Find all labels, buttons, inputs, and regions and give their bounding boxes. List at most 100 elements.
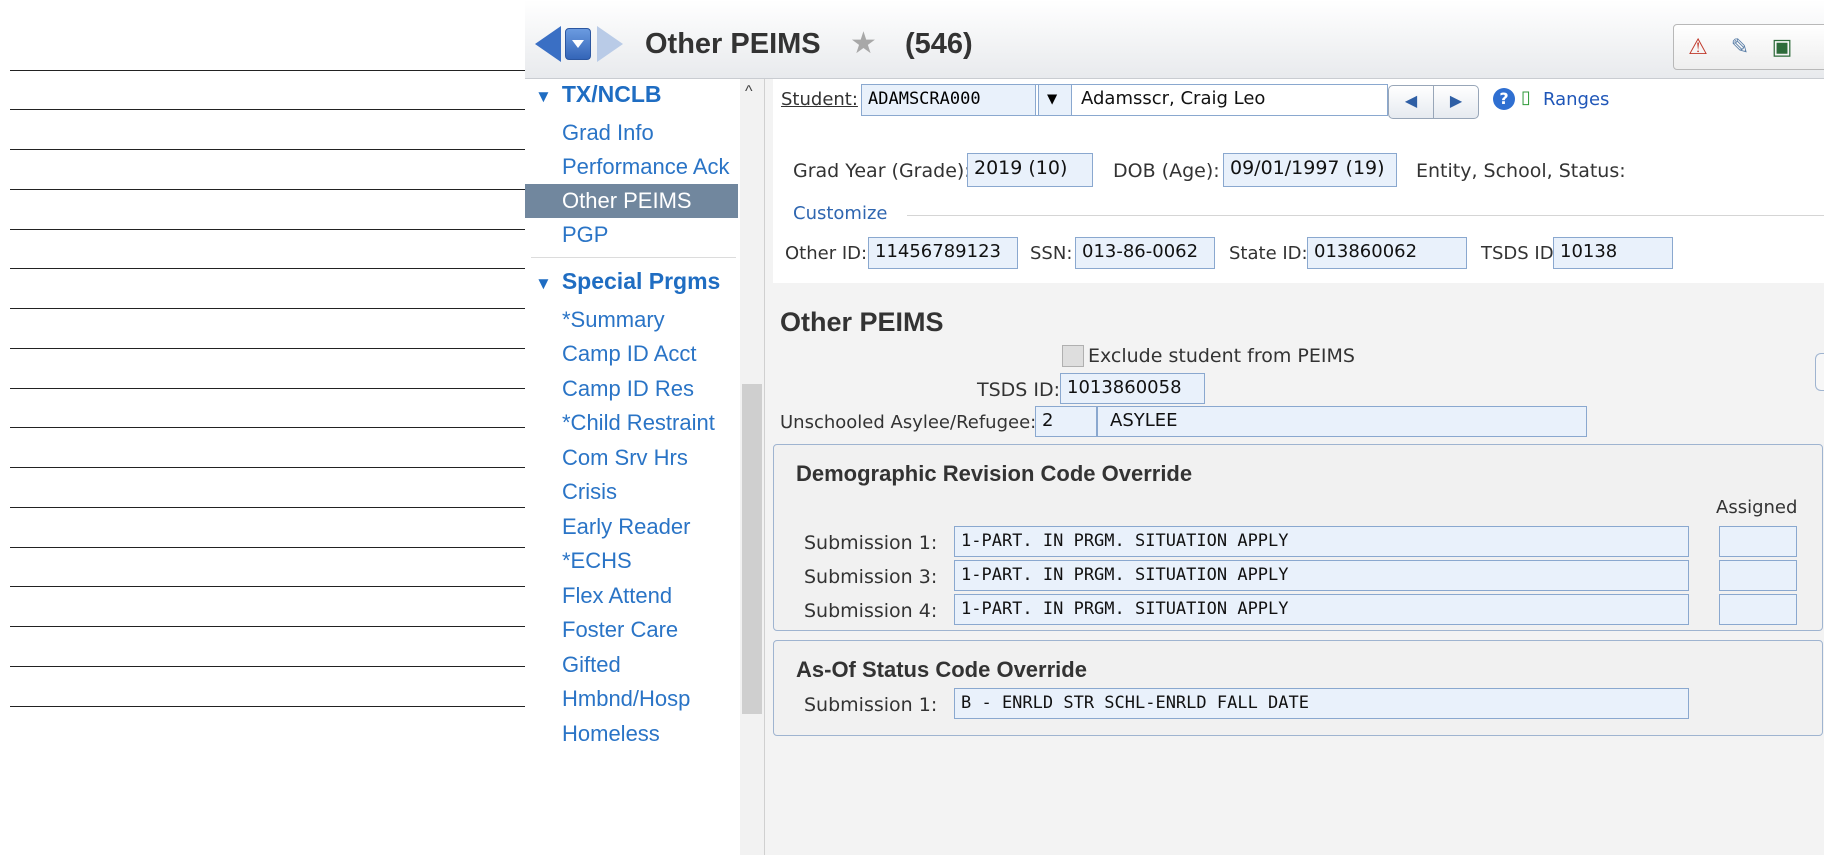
submission-4-input[interactable]: 1-PART. IN PRGM. SITUATION APPLY bbox=[954, 594, 1689, 625]
favorite-star-icon[interactable]: ★ bbox=[850, 26, 877, 61]
student-info-panel: Grad Year (Grade): 2019 (10) DOB (Age): … bbox=[773, 123, 1824, 283]
other-id-label: Other ID: bbox=[785, 243, 868, 264]
submission-1-assigned bbox=[1719, 526, 1797, 557]
help-icon[interactable]: ? bbox=[1493, 88, 1515, 110]
rule-line bbox=[10, 308, 525, 309]
rule-line bbox=[10, 507, 525, 508]
sidebar-item-gifted[interactable]: Gifted bbox=[525, 648, 738, 682]
student-bar: Student: ADAMSCRA000 ▼ Adamsscr, Craig L… bbox=[773, 79, 1824, 124]
tsds-id-value: 10138 bbox=[1553, 237, 1673, 269]
rule-line bbox=[10, 229, 525, 230]
sidebar-item-camp-id-acct[interactable]: Camp ID Acct bbox=[525, 337, 738, 371]
sidebar-item-performance-ack[interactable]: Performance Ack bbox=[525, 150, 738, 184]
sidebar-item-early-reader[interactable]: Early Reader bbox=[525, 510, 738, 544]
prev-student-button[interactable]: ◀ bbox=[1388, 85, 1434, 119]
sidebar-item-pgp[interactable]: PGP bbox=[525, 218, 738, 252]
group-label: Special Prgms bbox=[561, 268, 721, 294]
submission-3-label: Submission 3: bbox=[804, 566, 938, 588]
rule-line bbox=[10, 149, 525, 150]
tsds-input[interactable]: 1013860058 bbox=[1060, 373, 1205, 404]
ranges-icon: ▯ bbox=[1521, 87, 1531, 108]
scroll-up-icon[interactable]: ^ bbox=[745, 83, 753, 101]
rule-line bbox=[10, 586, 525, 587]
student-name-field[interactable]: Adamsscr, Craig Leo bbox=[1048, 84, 1388, 116]
demographic-panel-title: Demographic Revision Code Override bbox=[796, 461, 1193, 486]
sidebar-scrollbar[interactable]: ^ bbox=[740, 79, 764, 855]
asof-override-panel: As-Of Status Code Override Submission 1:… bbox=[773, 640, 1823, 736]
asof-submission-1-input[interactable]: B - ENRLD STR SCHL-ENRLD FALL DATE bbox=[954, 688, 1689, 719]
main-content: Student: ADAMSCRA000 ▼ Adamsscr, Craig L… bbox=[765, 79, 1824, 855]
rule-line bbox=[10, 427, 525, 428]
exclude-peims-checkbox[interactable] bbox=[1062, 345, 1084, 367]
sidebar-item-crisis[interactable]: Crisis bbox=[525, 475, 738, 509]
back-arrow-icon[interactable] bbox=[535, 26, 561, 62]
sidebar-group-tx-nclb[interactable]: ▼ TX/NCLB bbox=[535, 81, 662, 108]
sidebar-item-other-peims[interactable]: Other PEIMS bbox=[525, 184, 738, 218]
forward-arrow-icon[interactable] bbox=[597, 26, 623, 62]
student-link[interactable]: Student: bbox=[781, 89, 858, 110]
sidebar-item-com-srv-hrs[interactable]: Com Srv Hrs bbox=[525, 441, 738, 475]
submission-1-label: Submission 1: bbox=[804, 532, 938, 554]
state-id-value: 013860062 bbox=[1307, 237, 1467, 269]
sidebar-item-echs[interactable]: *ECHS bbox=[525, 544, 738, 578]
rule-line bbox=[10, 348, 525, 349]
history-dropdown-icon[interactable] bbox=[565, 28, 591, 60]
demographic-override-panel: Demographic Revision Code Override Assig… bbox=[773, 444, 1823, 631]
sidebar-item-hmbnd-hosp[interactable]: Hmbnd/Hosp bbox=[525, 682, 738, 716]
dob-label: DOB (Age): bbox=[1113, 160, 1220, 182]
grad-year-value: 2019 (10) bbox=[967, 153, 1093, 187]
submission-3-input[interactable]: 1-PART. IN PRGM. SITUATION APPLY bbox=[954, 560, 1689, 591]
sidebar: ▼ TX/NCLB Grad Info Performance Ack Other… bbox=[525, 79, 765, 855]
section-title: Other PEIMS bbox=[780, 307, 944, 337]
page-title: Other PEIMS bbox=[645, 28, 821, 60]
ssn-value: 013-86-0062 bbox=[1075, 237, 1215, 269]
asylee-code-input[interactable]: 2 bbox=[1035, 406, 1097, 437]
customize-divider bbox=[907, 215, 1824, 216]
rule-line bbox=[10, 268, 525, 269]
assigned-column-label: Assigned bbox=[1716, 497, 1798, 518]
next-student-button[interactable]: ▶ bbox=[1433, 85, 1479, 119]
rule-line bbox=[10, 666, 525, 667]
group-label: TX/NCLB bbox=[561, 81, 662, 107]
rule-line bbox=[10, 706, 525, 707]
rule-line bbox=[10, 467, 525, 468]
sidebar-group-special-prgms[interactable]: ▼ Special Prgms bbox=[535, 268, 720, 295]
rule-line bbox=[10, 388, 525, 389]
submission-4-label: Submission 4: bbox=[804, 600, 938, 622]
ssn-label: SSN: bbox=[1030, 243, 1073, 264]
customize-link[interactable]: Customize bbox=[793, 203, 887, 224]
side-tab-button[interactable] bbox=[1815, 353, 1824, 391]
tsds-label: TSDS ID: bbox=[977, 379, 1061, 401]
asof-panel-title: As-Of Status Code Override bbox=[796, 657, 1087, 682]
record-count: (546) bbox=[905, 28, 973, 60]
sidebar-item-child-restraint[interactable]: *Child Restraint bbox=[525, 406, 738, 440]
sidebar-item-camp-id-res[interactable]: Camp ID Res bbox=[525, 372, 738, 406]
exclude-peims-label: Exclude student from PEIMS bbox=[1088, 345, 1355, 367]
monitor-icon[interactable]: ▣ bbox=[1768, 33, 1796, 61]
collapse-triangle-icon: ▼ bbox=[535, 274, 552, 293]
rule-line bbox=[10, 626, 525, 627]
alert-icon[interactable]: ⚠ bbox=[1684, 33, 1712, 61]
student-id-field[interactable]: ADAMSCRA000 bbox=[861, 84, 1036, 116]
title-bar: Other PEIMS ★ (546) ⚠ ✎ ▣ bbox=[525, 0, 1824, 79]
dob-value: 09/01/1997 (19) bbox=[1223, 153, 1397, 187]
state-id-label: State ID: bbox=[1229, 243, 1308, 264]
entity-school-status-label: Entity, School, Status: bbox=[1416, 160, 1626, 182]
sidebar-item-flex-attend[interactable]: Flex Attend bbox=[525, 579, 738, 613]
rule-line bbox=[10, 547, 525, 548]
notes-icon[interactable]: ✎ bbox=[1726, 33, 1754, 61]
sidebar-item-summary[interactable]: *Summary bbox=[525, 303, 738, 337]
grad-year-label: Grad Year (Grade): bbox=[793, 160, 971, 182]
other-id-value: 11456789123 bbox=[868, 237, 1018, 269]
sidebar-item-grad-info[interactable]: Grad Info bbox=[525, 116, 738, 150]
tsds-id-label: TSDS ID: bbox=[1481, 243, 1560, 264]
sidebar-item-homeless[interactable]: Homeless bbox=[525, 717, 738, 751]
sidebar-divider bbox=[531, 257, 736, 258]
rule-line bbox=[10, 70, 525, 71]
submission-1-input[interactable]: 1-PART. IN PRGM. SITUATION APPLY bbox=[954, 526, 1689, 557]
asylee-description: ASYLEE bbox=[1097, 406, 1587, 437]
ranges-link[interactable]: Ranges bbox=[1543, 89, 1609, 110]
scrollbar-thumb[interactable] bbox=[742, 384, 762, 714]
asylee-label: Unschooled Asylee/Refugee: bbox=[780, 412, 1037, 433]
sidebar-item-foster-care[interactable]: Foster Care bbox=[525, 613, 738, 647]
